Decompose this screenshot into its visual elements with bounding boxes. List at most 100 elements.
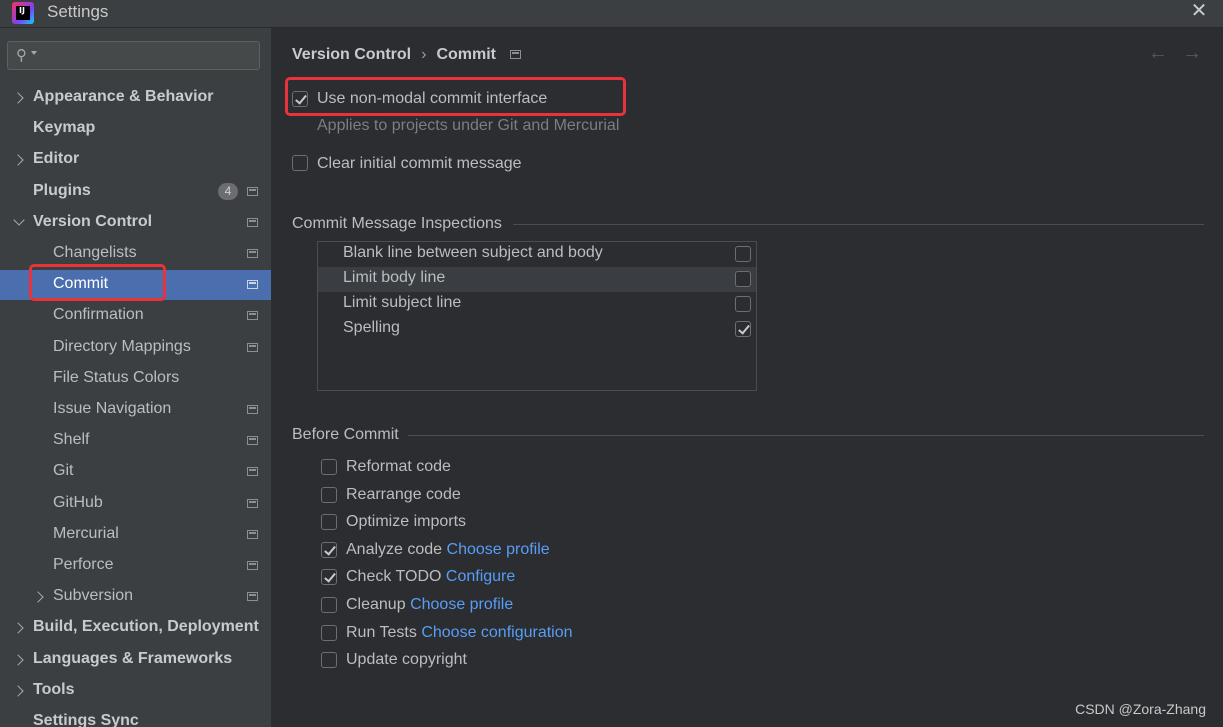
check-todo-option: Check TODO Configure [346, 568, 515, 586]
inspection-checkbox[interactable] [735, 321, 751, 337]
optimize-imports-checkbox[interactable] [321, 514, 337, 530]
sidebar-item-subversion[interactable]: Subversion [0, 582, 271, 612]
sidebar-item-label: Confirmation [53, 306, 144, 323]
update-copyright-checkbox[interactable] [321, 652, 337, 668]
sidebar-item-build-execution-deployment[interactable]: Build, Execution, Deployment [0, 613, 271, 643]
inspection-row-limit-subject-line[interactable]: Limit subject line [318, 292, 756, 317]
search-field[interactable]: ⚲ [7, 41, 260, 70]
inspection-checkbox[interactable] [735, 246, 751, 262]
inspection-row-spelling[interactable]: Spelling [318, 317, 756, 342]
project-level-icon [247, 311, 258, 320]
title-bar: IJ Settings ✕ [0, 0, 1223, 28]
run-tests-choose-configuration-link[interactable]: Choose configuration [421, 624, 572, 641]
back-arrow-icon[interactable]: ← [1148, 42, 1168, 65]
run-tests-option: Run Tests Choose configuration [346, 624, 573, 642]
rearrange-code-checkbox[interactable] [321, 487, 337, 503]
project-level-icon [247, 187, 258, 196]
optimize-imports-label[interactable]: Optimize imports [346, 513, 466, 530]
intellij-logo-icon: IJ [12, 2, 34, 24]
inspection-label: Limit subject line [343, 294, 462, 311]
check-todo-checkbox[interactable] [321, 569, 337, 585]
sidebar-item-label: GitHub [53, 494, 103, 511]
sidebar-item-issue-navigation[interactable]: Issue Navigation [0, 395, 271, 425]
reformat-code-option: Reformat code [346, 458, 451, 476]
sidebar-item-label: Version Control [33, 213, 153, 230]
plugin-updates-badge: 4 [218, 183, 238, 200]
sidebar-item-label: Issue Navigation [53, 400, 172, 417]
sidebar-item-editor[interactable]: Editor [0, 145, 271, 175]
sidebar-item-mercurial[interactable]: Mercurial [0, 520, 271, 550]
project-level-icon [247, 467, 258, 476]
before-commit-section-title: Before Commit [292, 426, 399, 443]
sidebar-item-plugins[interactable]: Plugins 4 [0, 177, 271, 207]
analyze-code-label[interactable]: Analyze code [346, 541, 442, 558]
sidebar-item-keymap[interactable]: Keymap [0, 114, 271, 144]
project-level-icon [247, 436, 258, 445]
analyze-code-checkbox[interactable] [321, 542, 337, 558]
sidebar-item-label: Changelists [53, 244, 137, 261]
check-todo-label[interactable]: Check TODO [346, 568, 441, 585]
sidebar-item-github[interactable]: GitHub [0, 489, 271, 519]
sidebar-item-label: Git [53, 462, 74, 479]
commit-highlight-box [29, 264, 166, 301]
sidebar-item-version-control[interactable]: Version Control [0, 208, 271, 238]
cleanup-checkbox[interactable] [321, 597, 337, 613]
sidebar-item-label: Editor [33, 150, 80, 167]
sidebar-item-languages-and-frameworks[interactable]: Languages & Frameworks [0, 645, 271, 675]
inspections-divider [513, 224, 1204, 225]
project-level-icon [247, 405, 258, 414]
breadcrumb-parent[interactable]: Version Control [292, 46, 411, 63]
inspection-checkbox[interactable] [735, 296, 751, 312]
project-level-icon [247, 343, 258, 352]
project-level-icon [247, 530, 258, 539]
non-modal-highlight-box [285, 77, 626, 116]
sidebar-item-label: Perforce [53, 556, 114, 573]
sidebar-item-label: Shelf [53, 431, 90, 448]
run-tests-label[interactable]: Run Tests [346, 624, 417, 641]
search-icon: ⚲ [16, 47, 27, 64]
project-level-icon [247, 561, 258, 570]
inspection-checkbox[interactable] [735, 271, 751, 287]
search-history-dropdown-icon[interactable] [31, 51, 37, 55]
rearrange-code-option: Rearrange code [346, 486, 461, 504]
clear-initial-message-label[interactable]: Clear initial commit message [317, 155, 522, 173]
cleanup-label[interactable]: Cleanup [346, 596, 406, 613]
sidebar-item-file-status-colors[interactable]: File Status Colors [0, 364, 271, 394]
sidebar-item-git[interactable]: Git [0, 457, 271, 487]
inspection-row-limit-body-line[interactable]: Limit body line [318, 267, 756, 292]
analyze-code-choose-profile-link[interactable]: Choose profile [447, 541, 550, 558]
watermark: CSDN @Zora-Zhang [1075, 701, 1206, 717]
project-level-icon [247, 249, 258, 258]
sidebar-item-label: Keymap [33, 119, 96, 136]
cleanup-choose-profile-link[interactable]: Choose profile [410, 596, 513, 613]
sidebar-item-settings-sync[interactable]: Settings Sync [0, 707, 271, 727]
sidebar-item-tools[interactable]: Tools [0, 676, 271, 706]
reformat-code-checkbox[interactable] [321, 459, 337, 475]
analyze-code-option: Analyze code Choose profile [346, 541, 550, 559]
rearrange-code-label[interactable]: Rearrange code [346, 486, 461, 503]
sidebar-item-label: Mercurial [53, 525, 119, 542]
update-copyright-label[interactable]: Update copyright [346, 651, 467, 668]
sidebar-item-directory-mappings[interactable]: Directory Mappings [0, 333, 271, 363]
close-icon[interactable]: ✕ [1189, 0, 1209, 24]
forward-arrow-icon[interactable]: → [1182, 42, 1202, 65]
inspections-section-title: Commit Message Inspections [292, 215, 502, 232]
sidebar-item-confirmation[interactable]: Confirmation [0, 301, 271, 331]
sidebar-item-shelf[interactable]: Shelf [0, 426, 271, 456]
sidebar-item-perforce[interactable]: Perforce [0, 551, 271, 581]
clear-initial-message-checkbox[interactable] [292, 155, 308, 171]
search-input[interactable] [40, 45, 255, 65]
project-level-icon [247, 218, 258, 227]
sidebar-item-appearance-and-behavior[interactable]: Appearance & Behavior [0, 83, 271, 113]
sidebar-item-label: Appearance & Behavior [33, 88, 214, 105]
breadcrumb: Version Control › Commit [292, 46, 522, 64]
inspection-row-blank-line-between-subject-and-body[interactable]: Blank line between subject and body [318, 242, 756, 267]
inspection-label: Spelling [343, 319, 400, 336]
reformat-code-label[interactable]: Reformat code [346, 458, 451, 475]
check-todo-configure-link[interactable]: Configure [446, 568, 515, 585]
sidebar-item-label: Tools [33, 681, 75, 698]
project-level-icon [247, 280, 258, 289]
run-tests-checkbox[interactable] [321, 625, 337, 641]
non-modal-commit-hint: Applies to projects under Git and Mercur… [317, 117, 620, 134]
breadcrumb-separator: › [421, 46, 427, 63]
